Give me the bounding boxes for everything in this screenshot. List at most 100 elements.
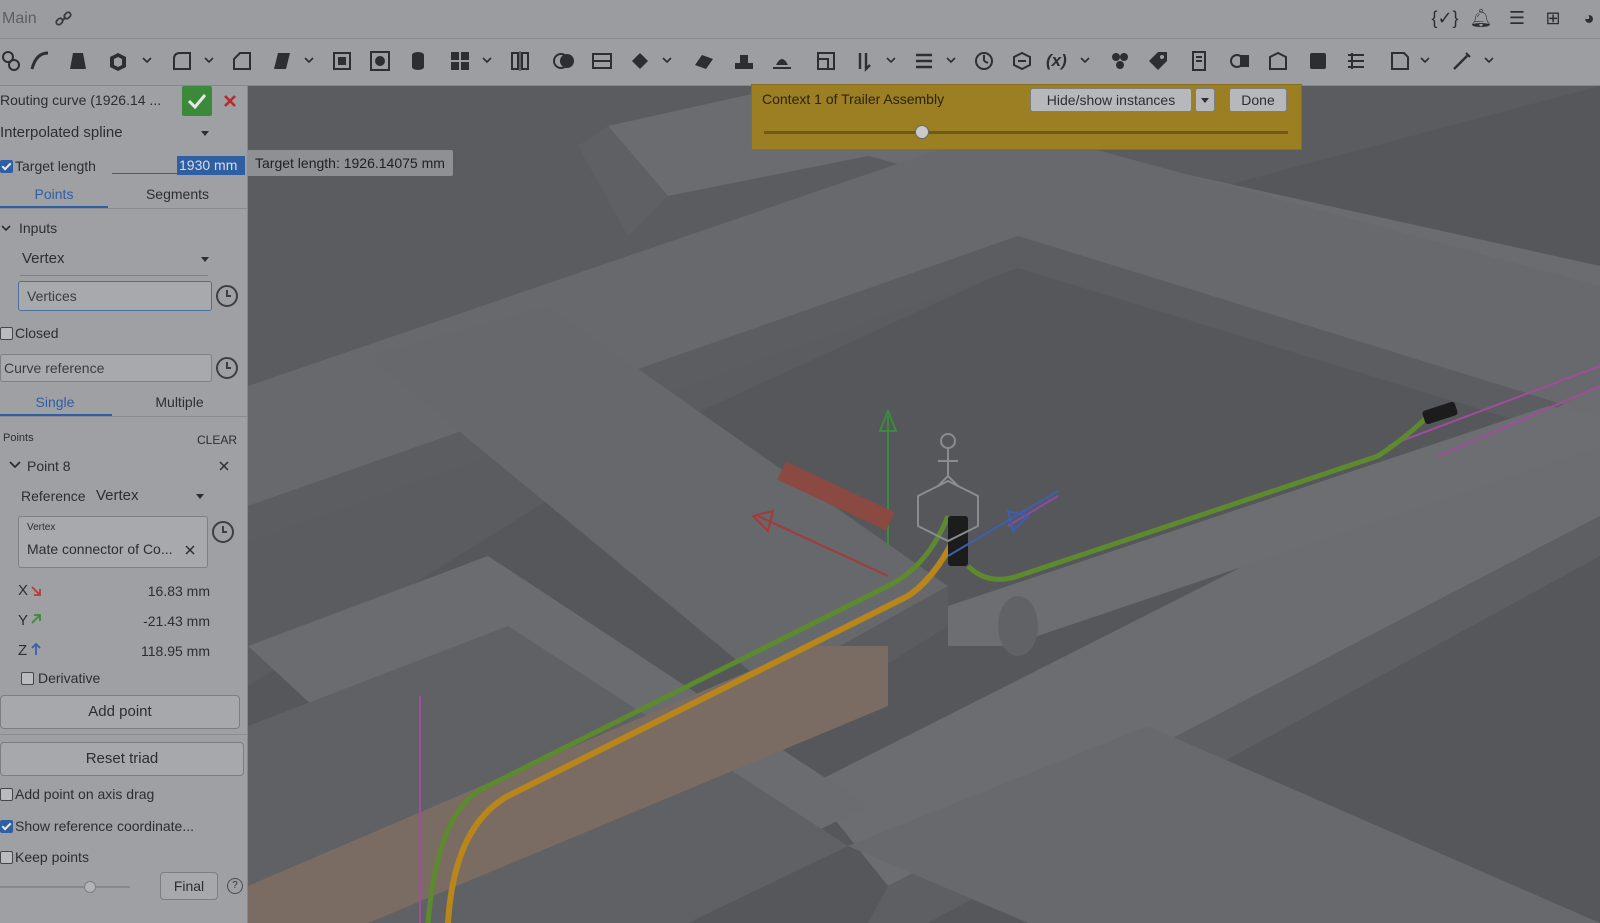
sweep-icon[interactable]	[28, 49, 52, 73]
target-length-input[interactable]: 1930 mm	[177, 156, 245, 175]
x-coordinate-input[interactable]: 16.83 mm	[50, 583, 210, 599]
feature-d-icon[interactable]	[1306, 49, 1330, 73]
help-icon[interactable]: ◕	[1578, 6, 1600, 30]
close-icon[interactable]	[219, 461, 229, 471]
clear-button[interactable]: CLEAR	[197, 433, 237, 447]
sketch-icon[interactable]	[0, 49, 24, 73]
transform-icon[interactable]	[628, 49, 652, 73]
vertex-field[interactable]: Vertex Mate connector of Co...	[18, 516, 208, 568]
history-icon[interactable]	[216, 285, 238, 307]
reset-triad-button[interactable]: Reset triad	[0, 742, 244, 776]
context-slider-track[interactable]	[764, 131, 1288, 134]
inputs-header[interactable]: Inputs	[19, 220, 57, 236]
add-point-button[interactable]: Add point	[0, 695, 240, 729]
plane-icon[interactable]	[330, 49, 354, 73]
input-type-select[interactable]: Vertex	[22, 250, 65, 267]
reference-select[interactable]: Vertex	[96, 487, 139, 504]
target-length-tooltip: Target length: 1926.14075 mm	[247, 150, 453, 176]
measure-icon[interactable]	[1010, 49, 1034, 73]
show-reference-checkbox[interactable]	[0, 820, 13, 833]
context-slider-knob[interactable]	[915, 125, 930, 139]
history-icon[interactable]	[212, 521, 234, 543]
layout-icon[interactable]	[814, 49, 838, 73]
chevron-down-icon[interactable]	[142, 55, 152, 65]
confirm-button[interactable]	[182, 86, 212, 116]
chevron-down-icon[interactable]	[1420, 55, 1430, 65]
hole-icon[interactable]	[368, 49, 392, 73]
preview-slider-knob[interactable]	[84, 881, 96, 893]
feature-b-icon[interactable]	[1228, 49, 1252, 73]
closed-checkbox[interactable]	[0, 327, 13, 340]
variables-icon[interactable]: {✓}	[1431, 6, 1458, 30]
bell-icon[interactable]: 🔔︎	[1470, 6, 1493, 30]
chevron-down-icon[interactable]	[196, 494, 204, 499]
sheetmetal-icon[interactable]	[692, 49, 716, 73]
loft-icon[interactable]	[66, 49, 90, 73]
feature-c-icon[interactable]	[1266, 49, 1290, 73]
chevron-down-icon[interactable]	[482, 55, 492, 65]
tab-multiple[interactable]: Multiple	[122, 394, 237, 410]
feature-name[interactable]: Routing curve (1926.14 ...	[0, 92, 180, 108]
close-icon[interactable]	[222, 93, 238, 109]
fixture-icon[interactable]	[1108, 49, 1132, 73]
add-point-on-axis-drag-checkbox[interactable]	[0, 788, 13, 801]
apps-icon[interactable]: ⊞	[1542, 6, 1564, 30]
fillet-icon[interactable]	[170, 49, 194, 73]
y-coordinate-input[interactable]: -21.43 mm	[50, 613, 210, 629]
hide-show-instances-button[interactable]: Hide/show instances	[1030, 88, 1192, 112]
remove-icon[interactable]	[185, 545, 195, 555]
feature-f-icon[interactable]	[1388, 49, 1412, 73]
target-length-checkbox[interactable]	[0, 160, 13, 173]
cylinder-icon[interactable]	[406, 49, 430, 73]
link-icon[interactable]	[54, 9, 74, 29]
chevron-down-icon[interactable]	[8, 459, 22, 471]
z-coordinate-input[interactable]: 118.95 mm	[50, 643, 210, 659]
curve-reference-field[interactable]: Curve reference	[0, 354, 212, 382]
routing-icon[interactable]	[852, 49, 876, 73]
tab-points[interactable]: Points	[0, 186, 108, 202]
chevron-down-icon[interactable]	[946, 55, 956, 65]
point-name[interactable]: Point 8	[27, 458, 71, 474]
3d-scene[interactable]	[248, 86, 1600, 923]
final-button[interactable]: Final	[160, 872, 218, 900]
shell-icon[interactable]	[106, 49, 130, 73]
pen-icon[interactable]	[1450, 49, 1474, 73]
pattern-icon[interactable]	[448, 49, 472, 73]
curve-type-select[interactable]: Interpolated spline	[0, 124, 123, 141]
tab-single[interactable]: Single	[0, 394, 110, 410]
chevron-down-icon[interactable]	[304, 55, 314, 65]
variable-icon[interactable]: (x)	[1046, 51, 1076, 75]
chevron-down-icon[interactable]	[662, 55, 672, 65]
feature-a-icon[interactable]	[1188, 49, 1212, 73]
keep-points-checkbox[interactable]	[0, 851, 13, 864]
split-icon[interactable]	[590, 49, 614, 73]
chamfer-icon[interactable]	[230, 49, 254, 73]
preview-slider-track[interactable]	[0, 886, 130, 888]
done-button[interactable]: Done	[1229, 88, 1287, 112]
boolean-icon[interactable]	[552, 49, 576, 73]
gusset-icon[interactable]	[770, 49, 794, 73]
chevron-down-icon[interactable]	[0, 222, 12, 234]
helix-icon[interactable]	[972, 49, 996, 73]
vertices-field[interactable]: Vertices	[18, 281, 212, 311]
derivative-checkbox[interactable]	[21, 672, 34, 685]
draft-icon[interactable]	[270, 49, 294, 73]
tag-icon[interactable]	[1146, 49, 1170, 73]
document-name[interactable]: Main	[2, 10, 37, 28]
chevron-down-icon[interactable]	[201, 131, 209, 136]
frame-icon[interactable]	[732, 49, 756, 73]
feature-e-icon[interactable]	[1344, 49, 1368, 73]
history-icon[interactable]	[216, 357, 238, 379]
mirror-icon[interactable]	[508, 49, 532, 73]
wrap-icon[interactable]	[912, 49, 936, 73]
list-icon[interactable]: ☰	[1506, 6, 1528, 30]
chevron-down-icon[interactable]	[886, 55, 896, 65]
3d-viewport[interactable]	[248, 86, 1600, 923]
tab-segments[interactable]: Segments	[120, 186, 235, 202]
chevron-down-icon[interactable]	[1080, 55, 1090, 65]
help-icon[interactable]: ?	[227, 878, 243, 894]
chevron-down-icon[interactable]	[204, 55, 214, 65]
chevron-down-icon[interactable]	[201, 257, 209, 262]
chevron-down-icon[interactable]	[1484, 55, 1494, 65]
hide-show-dropdown[interactable]	[1195, 88, 1215, 112]
